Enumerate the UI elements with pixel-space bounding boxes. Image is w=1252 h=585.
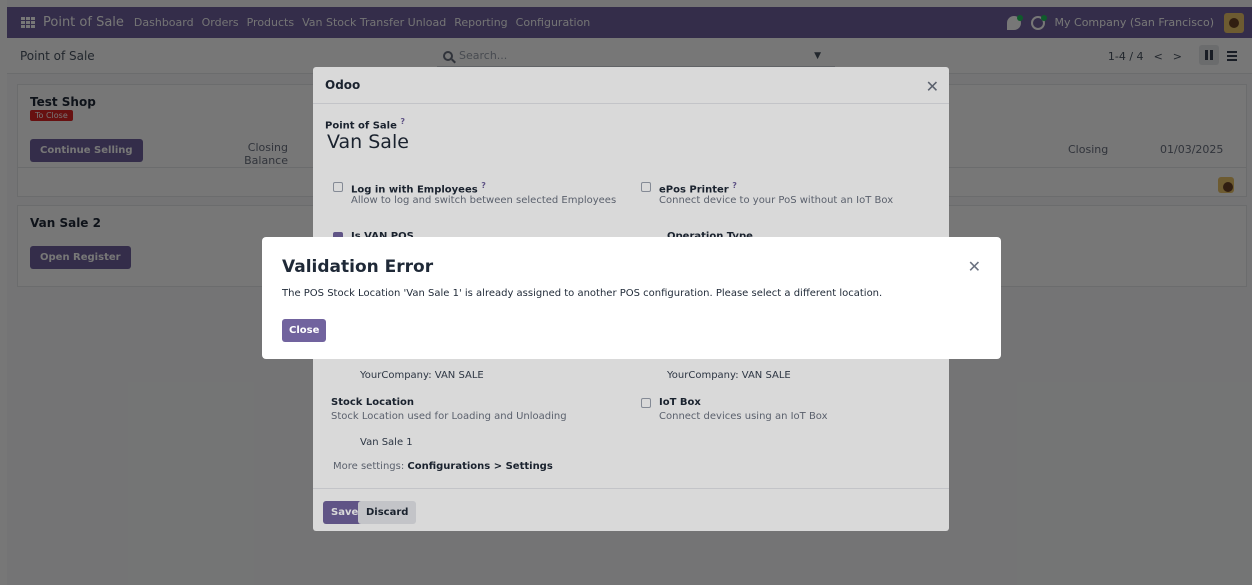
error-title: Validation Error [282,257,434,277]
close-button[interactable]: Close [282,319,327,342]
validation-error-dialog: Validation Error ✕ The POS Stock Locatio… [262,237,1001,359]
error-message: The POS Stock Location 'Van Sale 1' is a… [282,288,883,299]
close-icon[interactable]: ✕ [968,257,981,276]
